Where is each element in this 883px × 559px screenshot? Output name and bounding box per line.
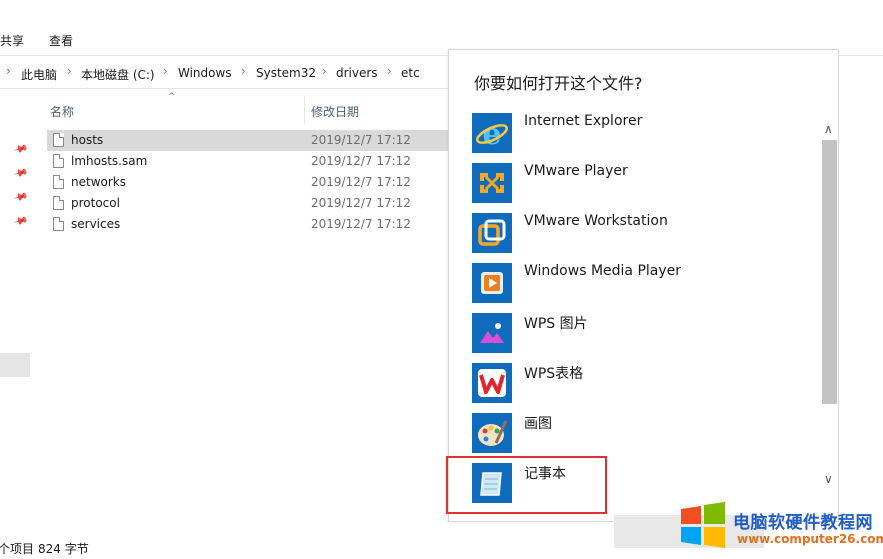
file-row[interactable]: protocol 2019/12/7 17:12 (47, 193, 448, 214)
file-date: 2019/12/7 17:12 (311, 196, 411, 210)
pin-icon: 📌 (12, 165, 29, 182)
app-name: Internet Explorer (524, 113, 643, 129)
chevron-right-icon: › (241, 64, 246, 78)
menu-share[interactable]: 共享 (0, 32, 24, 49)
app-option-vmware-player[interactable]: VMware Player (472, 163, 812, 205)
scrollbar[interactable]: ∧ ∨ (821, 120, 839, 498)
status-item-count: 个项目 (0, 542, 35, 556)
file-date: 2019/12/7 17:12 (311, 175, 411, 189)
column-divider[interactable] (304, 96, 305, 124)
pin-icon: 📌 (12, 141, 29, 158)
app-option-vmware-workstation[interactable]: VMware Workstation (472, 213, 812, 255)
vmware-player-icon (472, 163, 512, 203)
app-name: Windows Media Player (524, 263, 682, 279)
windows-logo-icon (679, 501, 727, 549)
scrollbar-thumb[interactable] (822, 140, 837, 404)
vmware-workstation-icon (472, 213, 512, 253)
app-name: VMware Workstation (524, 213, 668, 229)
file-icon (53, 175, 64, 189)
breadcrumb-system32[interactable]: System32 (256, 66, 316, 80)
column-header-name[interactable]: 名称 (50, 103, 74, 131)
highlight-box (446, 456, 607, 514)
file-row[interactable]: networks 2019/12/7 17:12 (47, 172, 448, 193)
chevron-right-icon: › (387, 64, 392, 78)
file-date: 2019/12/7 17:12 (311, 154, 411, 168)
svg-text:e: e (482, 117, 501, 152)
file-row[interactable]: services 2019/12/7 17:12 (47, 214, 448, 235)
chevron-right-icon: › (6, 64, 11, 78)
open-with-dialog: 你要如何打开这个文件? e Internet Explorer VMware P… (448, 49, 839, 522)
file-icon (53, 196, 64, 210)
pin-icon: 📌 (12, 213, 29, 230)
nav-selected-item[interactable] (0, 353, 30, 377)
dialog-title: 你要如何打开这个文件? (474, 74, 643, 93)
watermark-title: 电脑软硬件教程网 (733, 513, 873, 533)
wps-picture-icon (472, 313, 512, 353)
file-date: 2019/12/7 17:12 (311, 133, 411, 147)
file-name: services (71, 217, 121, 231)
file-row[interactable]: lmhosts.sam 2019/12/7 17:12 (47, 151, 448, 172)
app-option-paint[interactable]: 画图 (472, 413, 812, 455)
file-icon (53, 154, 64, 168)
app-name: WPS表格 (524, 366, 584, 382)
wps-spreadsheet-icon (472, 363, 512, 403)
file-name: hosts (71, 133, 104, 147)
menu-view[interactable]: 查看 (49, 32, 73, 49)
column-header-modified[interactable]: 修改日期 (311, 103, 359, 131)
chevron-right-icon: › (322, 64, 327, 78)
app-option-internet-explorer[interactable]: e Internet Explorer (472, 113, 812, 155)
breadcrumb: › 此电脑 › 本地磁盘 (C:) › Windows › System32 ›… (0, 60, 448, 86)
app-name: WPS 图片 (524, 316, 588, 332)
file-icon (53, 217, 64, 231)
sort-ascending-icon: ^ (168, 92, 176, 102)
watermark-url: www.computer26.com (737, 532, 883, 546)
file-date: 2019/12/7 17:12 (311, 217, 411, 231)
file-icon (53, 133, 64, 147)
navigation-pane: 📌 📌 📌 📌 (0, 90, 34, 540)
address-divider (0, 88, 448, 89)
app-option-windows-media-player[interactable]: Windows Media Player (472, 263, 812, 305)
chevron-right-icon: › (163, 64, 168, 78)
status-size: 824 字节 (38, 542, 89, 556)
app-name: VMware Player (524, 163, 628, 179)
file-name: lmhosts.sam (71, 154, 148, 168)
app-option-wps-picture[interactable]: WPS 图片 (472, 313, 812, 355)
paint-icon (472, 413, 512, 453)
file-name: networks (71, 175, 126, 189)
app-name: 画图 (524, 416, 552, 432)
breadcrumb-drivers[interactable]: drivers (336, 66, 378, 80)
breadcrumb-windows[interactable]: Windows (178, 66, 232, 80)
file-row[interactable]: hosts 2019/12/7 17:12 (47, 130, 448, 151)
file-name: protocol (71, 196, 120, 210)
app-option-wps-spreadsheet[interactable]: WPS表格 (472, 363, 812, 405)
breadcrumb-local-disk[interactable]: 本地磁盘 (C:) (81, 66, 155, 83)
internet-explorer-icon: e (472, 113, 512, 153)
scroll-up-icon[interactable]: ∧ (824, 122, 833, 136)
breadcrumb-etc[interactable]: etc (401, 66, 420, 80)
windows-media-player-icon (472, 263, 512, 303)
scroll-down-icon[interactable]: ∨ (824, 472, 833, 486)
pin-icon: 📌 (12, 189, 29, 206)
breadcrumb-this-pc[interactable]: 此电脑 (21, 66, 57, 83)
chevron-right-icon: › (67, 64, 72, 78)
